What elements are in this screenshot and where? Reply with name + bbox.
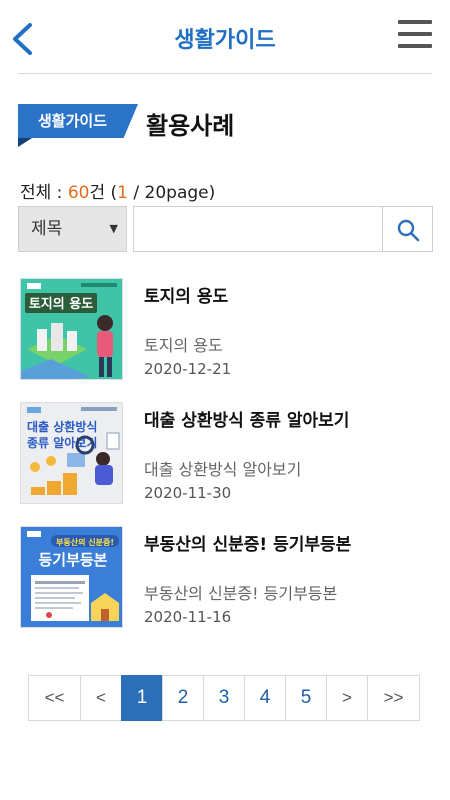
- category-badge-label: 생활가이드: [18, 104, 138, 138]
- section-title: 활용사례: [146, 112, 235, 140]
- prev-page-button[interactable]: <: [80, 675, 122, 721]
- item-title: 토지의 용도: [144, 287, 229, 307]
- item-date: 2020-12-21: [144, 360, 232, 378]
- first-page-button[interactable]: <<: [28, 675, 81, 721]
- section-heading: 생활가이드 활용사례: [18, 104, 438, 150]
- app-header: 생활가이드: [0, 0, 450, 74]
- count-total: 60: [67, 183, 90, 203]
- search-input[interactable]: [133, 206, 383, 252]
- thumb-text-line-1: 대출 상환방식: [27, 419, 97, 434]
- thumb-text-line-2: 등기부등본: [38, 551, 107, 569]
- search-icon: [397, 219, 420, 242]
- item-subtitle: 토지의 용도: [144, 336, 223, 355]
- page-2-button[interactable]: 2: [162, 675, 204, 721]
- next-page-button[interactable]: >: [326, 675, 368, 721]
- pagination: << < 1 2 3 4 5 > >>: [28, 675, 420, 721]
- category-badge: 생활가이드: [18, 104, 140, 148]
- search-bar: 제목 ▼: [18, 206, 433, 252]
- page-title: 생활가이드: [174, 28, 276, 53]
- item-date: 2020-11-16: [144, 608, 232, 626]
- thumbnail-image: 토지의 용도: [20, 278, 123, 380]
- item-subtitle: 대출 상환방식 알아보기: [144, 460, 302, 479]
- count-prefix: 전체 :: [20, 183, 68, 203]
- search-button[interactable]: [382, 206, 433, 252]
- count-current-page: 1: [117, 183, 128, 203]
- search-field-select[interactable]: 제목 ▼: [18, 206, 127, 252]
- list-item[interactable]: 대출 상환방식 종류 알아보기 대출 상환방식 종류 알아보기 대출 상환방식 …: [20, 402, 435, 506]
- thumbnail-image: 대출 상환방식 종류 알아보기: [20, 402, 123, 504]
- dropdown-arrow-icon: ▼: [109, 222, 118, 235]
- page-3-button[interactable]: 3: [203, 675, 245, 721]
- page-4-button[interactable]: 4: [244, 675, 286, 721]
- item-date: 2020-11-30: [144, 484, 232, 502]
- badge-fold-decoration: [18, 138, 32, 147]
- page-5-button[interactable]: 5: [285, 675, 327, 721]
- header-divider: [18, 73, 432, 74]
- last-page-button[interactable]: >>: [367, 675, 420, 721]
- count-suffix: / 20page): [127, 183, 216, 203]
- count-unit: 건 (: [89, 183, 118, 203]
- thumb-text: 토지의 용도: [29, 296, 93, 312]
- list-item[interactable]: 부동산의 신분증! 등기부등본 부동산의 신분증! 등기부등본 부동산의 신분증…: [20, 526, 435, 630]
- item-subtitle: 부동산의 신분증! 등기부등본: [144, 584, 338, 603]
- hamburger-menu-icon[interactable]: [398, 20, 432, 52]
- search-field-select-label: 제목: [31, 219, 63, 239]
- item-title: 대출 상환방식 종류 알아보기: [144, 411, 350, 431]
- result-count: 전체 : 60건 (1 / 20page): [20, 178, 215, 203]
- page-1-button[interactable]: 1: [121, 675, 163, 721]
- list-item[interactable]: 토지의 용도 토지의 용도 토지의 용도 2020-12-21: [20, 278, 435, 382]
- thumbnail-image: 부동산의 신분증! 등기부등본: [20, 526, 123, 628]
- item-title: 부동산의 신분증! 등기부등본: [144, 535, 352, 555]
- thumb-text-line-1: 부동산의 신분증!: [56, 537, 114, 547]
